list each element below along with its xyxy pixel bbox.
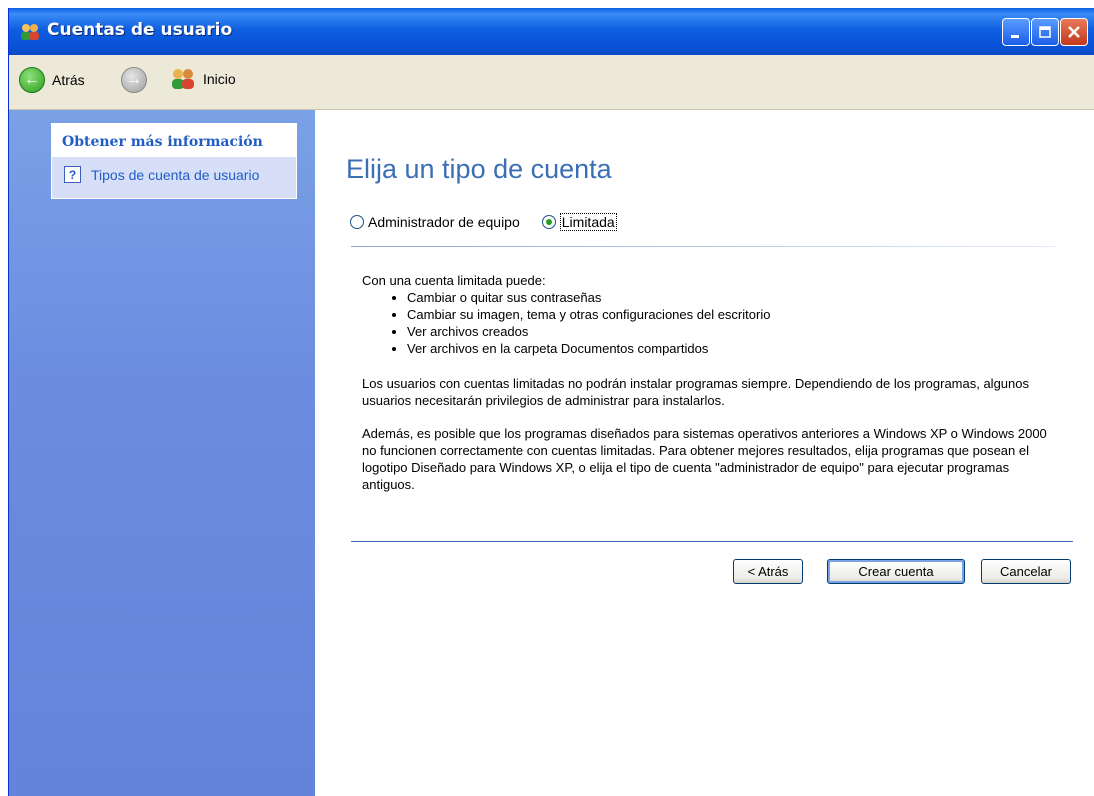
radio-limited-label[interactable]: Limitada (559, 213, 617, 231)
help-icon: ? (64, 166, 81, 183)
account-type-radio-group: Administrador de equipo Limitada (350, 213, 639, 231)
radio-limited-circle[interactable] (541, 215, 556, 229)
description-text: Con una cuenta limitada puede: Cambiar o… (362, 272, 1052, 509)
radio-administrator-circle[interactable] (350, 215, 364, 229)
list-item: Ver archivos creados (407, 323, 1052, 340)
cancel-button[interactable]: Cancelar (981, 559, 1071, 584)
close-button[interactable] (1060, 18, 1088, 46)
top-separator (351, 246, 1055, 247)
minimize-icon (1011, 35, 1019, 38)
user-accounts-window: Cuentas de usuario ← Atrás → Inicio Obte… (8, 8, 1094, 796)
intro-text: Con una cuenta limitada puede: (362, 273, 546, 288)
minimize-button[interactable] (1002, 18, 1030, 46)
maximize-button[interactable] (1031, 18, 1059, 46)
learn-more-panel: Obtener más información ? Tipos de cuent… (51, 123, 297, 199)
main-content: Elija un tipo de cuenta Administrador de… (315, 110, 1094, 796)
close-icon (1068, 26, 1080, 38)
radio-administrator[interactable]: Administrador de equipo (350, 214, 520, 230)
radio-administrator-label[interactable]: Administrador de equipo (368, 214, 520, 230)
home-nav-label: Inicio (203, 71, 236, 87)
page-title: Elija un tipo de cuenta (346, 154, 612, 184)
window-title: Cuentas de usuario (47, 20, 233, 40)
create-account-button[interactable]: Crear cuenta (827, 559, 965, 584)
radio-limited[interactable]: Limitada (541, 213, 617, 231)
back-button[interactable]: < Atrás (733, 559, 803, 584)
back-arrow-icon: ← (19, 67, 45, 93)
home-nav-button[interactable]: Inicio (169, 67, 236, 91)
user-accounts-app-icon (21, 24, 39, 40)
capabilities-list: Cambiar o quitar sus contraseñas Cambiar… (362, 289, 1052, 357)
back-nav-label: Atrás (52, 72, 85, 88)
learn-more-panel-title: Obtener más información (52, 124, 296, 157)
task-sidebar: Obtener más información ? Tipos de cuent… (9, 110, 315, 796)
forward-arrow-icon: → (121, 67, 147, 93)
sidebar-item-account-types[interactable]: ? Tipos de cuenta de usuario (52, 157, 296, 183)
list-item: Cambiar su imagen, tema y otras configur… (407, 306, 1052, 323)
limitations-paragraph: Los usuarios con cuentas limitadas no po… (362, 376, 1029, 408)
user-accounts-home-icon (172, 69, 194, 89)
list-item: Ver archivos en la carpeta Documentos co… (407, 340, 1052, 357)
title-bar[interactable]: Cuentas de usuario (9, 8, 1094, 55)
compatibility-paragraph: Además, es posible que los programas dis… (362, 426, 1047, 492)
maximize-icon (1039, 26, 1051, 38)
forward-nav-button[interactable]: → (121, 67, 147, 93)
back-nav-button[interactable]: ← Atrás (19, 67, 85, 93)
wizard-buttons: < Atrás Crear cuenta Cancelar (315, 559, 1075, 589)
list-item: Cambiar o quitar sus contraseñas (407, 289, 1052, 306)
bottom-separator (351, 541, 1073, 542)
sidebar-item-label: Tipos de cuenta de usuario (91, 166, 260, 183)
navigation-toolbar: ← Atrás → Inicio (9, 55, 1094, 110)
